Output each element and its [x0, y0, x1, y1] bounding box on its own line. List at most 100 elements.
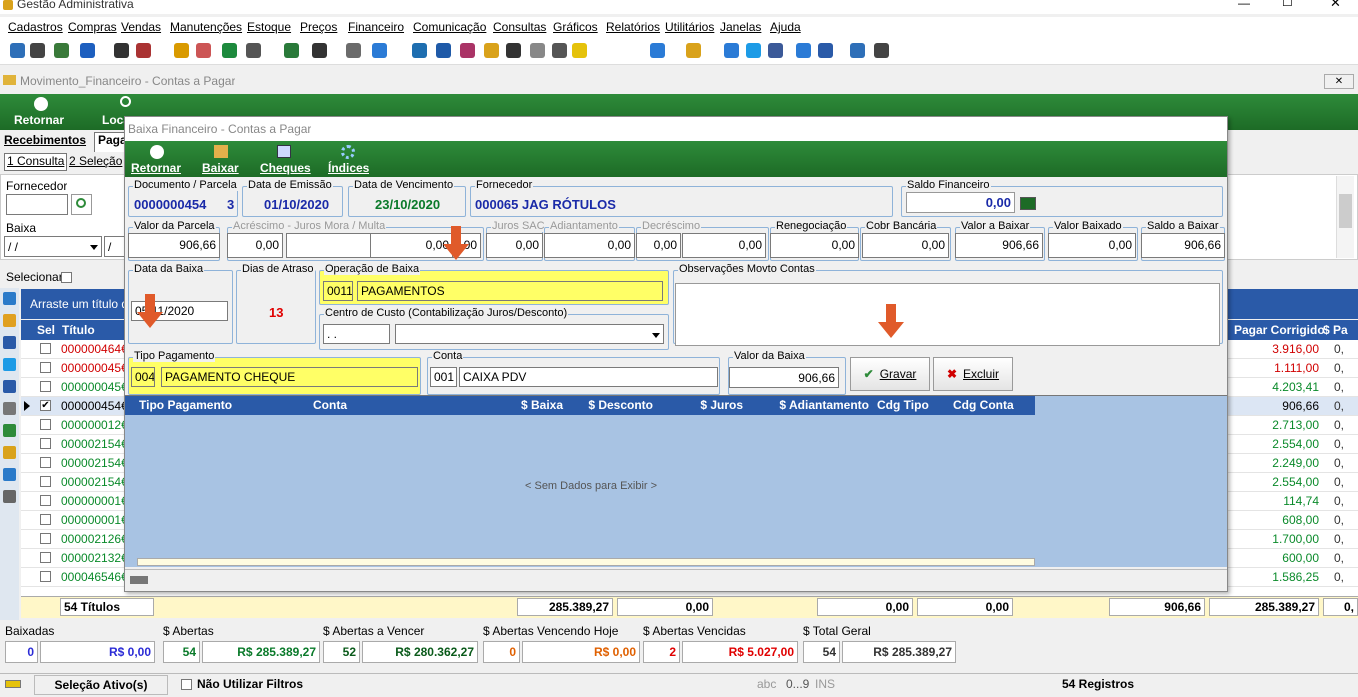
dialog-baixar-button[interactable]: Baixar	[202, 161, 239, 175]
toolbar-icon-16[interactable]	[460, 43, 475, 58]
row-select-checkbox[interactable]	[40, 381, 51, 392]
toolbar-icon-28[interactable]	[818, 43, 833, 58]
col-titulo[interactable]: Título	[62, 323, 95, 337]
centro-custo-select[interactable]	[395, 324, 664, 344]
juros-mora-input[interactable]: 0,00	[227, 233, 283, 258]
fornecedor-search-button[interactable]	[71, 194, 92, 215]
excluir-button[interactable]: ✖ Excluir	[933, 357, 1013, 391]
toolbar-icon-19[interactable]	[530, 43, 545, 58]
toolbar-icon-7[interactable]	[196, 43, 211, 58]
side-tool-icon-0[interactable]	[3, 292, 16, 305]
toolbar-icon-20[interactable]	[552, 43, 567, 58]
side-tool-icon-2[interactable]	[3, 336, 16, 349]
side-tool-icon-1[interactable]	[3, 314, 16, 327]
toolbar-icon-17[interactable]	[484, 43, 499, 58]
grid-col-5[interactable]: $ Adiantamento	[751, 398, 869, 412]
conta-code-input[interactable]: 001	[430, 367, 457, 387]
toolbar-icon-12[interactable]	[346, 43, 361, 58]
decrescimo-pct-input[interactable]: 0,00	[636, 233, 681, 258]
col-pagar-corrigido[interactable]: Pagar Corrigido	[1234, 323, 1325, 337]
dialog-retornar-button[interactable]: Retornar	[131, 161, 181, 175]
row-select-checkbox[interactable]	[40, 533, 51, 544]
toolbar-icon-14[interactable]	[412, 43, 427, 58]
row-select-checkbox[interactable]: ✔	[40, 400, 51, 411]
menu-item-9[interactable]: Gráficos	[553, 20, 598, 34]
menu-item-6[interactable]: Financeiro	[348, 20, 404, 34]
row-select-checkbox[interactable]	[40, 457, 51, 468]
menu-item-5[interactable]: Preços	[300, 20, 337, 34]
tipo-pagamento-code-input[interactable]: 004	[131, 367, 155, 387]
menu-item-8[interactable]: Consultas	[493, 20, 546, 34]
toolbar-icon-25[interactable]	[746, 43, 761, 58]
toolbar-icon-9[interactable]	[246, 43, 261, 58]
gravar-button[interactable]: ✔ Gravar	[850, 357, 930, 391]
saldo-a-baixar-input[interactable]: 906,66	[1141, 233, 1225, 258]
row-select-checkbox[interactable]	[40, 495, 51, 506]
cobr-bancaria-input[interactable]: 0,00	[862, 233, 949, 258]
operacao-select[interactable]: PAGAMENTOS	[357, 281, 663, 301]
grid-col-7[interactable]: Cdg Conta	[953, 398, 1029, 412]
valor-a-baixar-input[interactable]: 906,66	[955, 233, 1043, 258]
selecionar-checkbox[interactable]	[61, 272, 72, 283]
row-select-checkbox[interactable]	[40, 514, 51, 525]
side-tool-icon-6[interactable]	[3, 424, 16, 437]
toolbar-icon-27[interactable]	[796, 43, 811, 58]
maximize-button[interactable]: ☐	[1282, 0, 1293, 9]
toolbar-icon-8[interactable]	[222, 43, 237, 58]
menu-item-2[interactable]: Vendas	[121, 20, 161, 34]
toolbar-icon-15[interactable]	[436, 43, 451, 58]
grid-col-6[interactable]: Cdg Tipo	[877, 398, 945, 412]
operacao-code-input[interactable]: 0011	[323, 281, 353, 301]
side-tool-icon-3[interactable]	[3, 358, 16, 371]
multa-input-2[interactable]: 0,00	[370, 233, 453, 258]
menu-item-13[interactable]: Ajuda	[770, 20, 801, 34]
grid-col-0[interactable]: Tipo Pagamento	[139, 398, 305, 412]
subtab-selecao[interactable]: 2 Seleção	[67, 154, 124, 172]
juros-sac-input[interactable]: 0,00	[486, 233, 543, 258]
menu-item-3[interactable]: Manutenções	[170, 20, 242, 34]
valor-baixa-input[interactable]: 906,66	[729, 367, 839, 388]
toolbar-icon-0[interactable]	[10, 43, 25, 58]
toolbar-icon-3[interactable]	[80, 43, 95, 58]
conta-select[interactable]: CAIXA PDV	[459, 367, 718, 387]
centro-custo-code-input[interactable]: . .	[323, 324, 390, 344]
toolbar-icon-23[interactable]	[686, 43, 701, 58]
menu-item-1[interactable]: Compras	[68, 20, 117, 34]
side-tool-icon-4[interactable]	[3, 380, 16, 393]
adiantamento-input[interactable]: 0,00	[544, 233, 635, 258]
row-select-checkbox[interactable]	[40, 476, 51, 487]
menu-item-4[interactable]: Estoque	[247, 20, 291, 34]
dialog-cheques-button[interactable]: Cheques	[260, 161, 311, 175]
grid-col-4[interactable]: $ Juros	[661, 398, 743, 412]
side-tool-icon-7[interactable]	[3, 446, 16, 459]
menu-item-12[interactable]: Janelas	[720, 20, 761, 34]
row-select-checkbox[interactable]	[40, 343, 51, 354]
toolbar-icon-22[interactable]	[650, 43, 665, 58]
toolbar-icon-30[interactable]	[874, 43, 889, 58]
toolbar-icon-21[interactable]	[572, 43, 587, 58]
menu-item-7[interactable]: Comunicação	[413, 20, 486, 34]
nao-utilizar-filtros-checkbox[interactable]	[181, 679, 192, 690]
filter-scrollbar[interactable]	[1336, 176, 1354, 258]
col-pa[interactable]: $ Pa	[1323, 323, 1348, 337]
menu-item-10[interactable]: Relatórios	[606, 20, 660, 34]
toolbar-icon-18[interactable]	[506, 43, 521, 58]
menu-item-0[interactable]: Cadastros	[8, 20, 63, 34]
toolbar-icon-1[interactable]	[30, 43, 45, 58]
toolbar-icon-5[interactable]	[136, 43, 151, 58]
tab-recebimentos[interactable]: Recebimentos	[4, 133, 86, 153]
row-select-checkbox[interactable]	[40, 552, 51, 563]
dialog-indices-button[interactable]: Índices	[328, 161, 369, 175]
toolbar-icon-29[interactable]	[850, 43, 865, 58]
grid-col-3[interactable]: $ Desconto	[571, 398, 653, 412]
baixa-date-to[interactable]: /	[104, 236, 126, 257]
toolbar-icon-13[interactable]	[372, 43, 387, 58]
toolbar-icon-11[interactable]	[312, 43, 327, 58]
close-window-button[interactable]: ✕	[1330, 0, 1341, 11]
baixa-date-from[interactable]: / /	[4, 236, 102, 257]
valor-baixado-input[interactable]: 0,00	[1048, 233, 1136, 258]
tipo-pagamento-select[interactable]: PAGAMENTO CHEQUE	[161, 367, 418, 387]
toolbar-icon-4[interactable]	[114, 43, 129, 58]
col-sel[interactable]: Sel	[37, 323, 55, 337]
grid-col-1[interactable]: Conta	[313, 398, 475, 412]
